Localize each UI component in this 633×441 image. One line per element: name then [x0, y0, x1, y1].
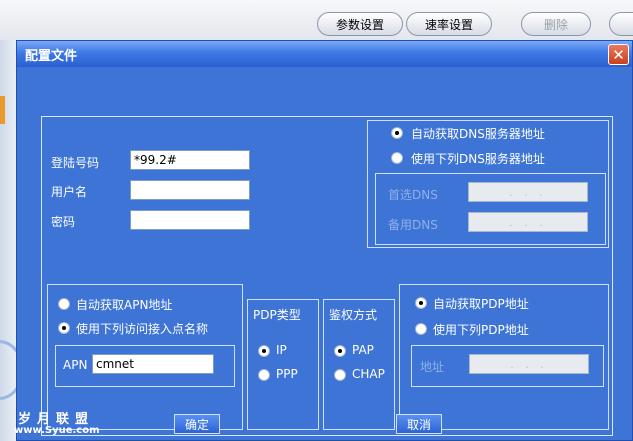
apn-manual-label: 使用下列访问接入点名称	[76, 322, 209, 336]
primary-dns-label: 首选DNS	[388, 188, 438, 202]
watermark-url: www.Syue.com	[14, 425, 100, 436]
password-label: 密码	[51, 215, 76, 229]
auth-pap-radio[interactable]	[334, 345, 346, 357]
dns-manual-radio[interactable]	[391, 152, 403, 164]
pdp-ppp-label: PPP	[276, 367, 298, 381]
pdp-address-box: 地址 . . .	[411, 345, 604, 387]
auth-group: 鉴权方式 PAP CHAP	[323, 299, 395, 430]
dialog-titlebar[interactable]: 配置文件 ✕	[17, 41, 632, 67]
ok-button[interactable]: 确定	[174, 414, 220, 434]
settings-panel: 登陆号码 用户名 密码 自动获取DNS服务器地址 使用下列DNS服务器地址 首选…	[41, 116, 613, 436]
auth-chap-radio[interactable]	[334, 369, 346, 381]
close-icon: ✕	[612, 45, 625, 64]
pdp-address-input[interactable]: . . .	[469, 354, 589, 374]
more-button[interactable]	[609, 12, 633, 36]
username-input[interactable]	[130, 180, 250, 200]
phone-label: 登陆号码	[51, 156, 100, 170]
dns-manual-label: 使用下列DNS服务器地址	[411, 152, 545, 166]
apn-manual-radio[interactable]	[58, 322, 70, 334]
apn-auto-label: 自动获取APN地址	[76, 298, 173, 312]
pdp-manual-label: 使用下列PDP地址	[433, 323, 529, 337]
apn-input[interactable]	[92, 354, 214, 374]
apn-auto-radio[interactable]	[58, 298, 70, 310]
secondary-dns-label: 备用DNS	[388, 218, 438, 232]
phone-input[interactable]	[130, 150, 250, 170]
dns-server-box: 首选DNS . . . 备用DNS . . .	[375, 173, 606, 245]
dns-group: 自动获取DNS服务器地址 使用下列DNS服务器地址 首选DNS . . . 备用…	[367, 120, 609, 248]
rate-settings-button[interactable]: 速率设置	[406, 12, 492, 36]
pdp-auto-label: 自动获取PDP地址	[433, 297, 529, 311]
password-input[interactable]	[130, 210, 250, 230]
background-sidebar-tab	[0, 96, 5, 124]
username-label: 用户名	[51, 185, 88, 199]
auth-pap-label: PAP	[352, 343, 374, 357]
primary-dns-input[interactable]: . . .	[468, 182, 588, 202]
apn-label: APN	[63, 358, 88, 372]
cancel-button[interactable]: 取消	[396, 414, 442, 434]
pdp-type-group: PDP类型 IP PPP	[247, 299, 319, 430]
pdp-address-group: 自动获取PDP地址 使用下列PDP地址 地址 . . .	[399, 284, 609, 430]
pdp-ppp-radio[interactable]	[258, 369, 270, 381]
pdp-auto-radio[interactable]	[415, 297, 427, 309]
pdp-manual-radio[interactable]	[415, 323, 427, 335]
secondary-dns-input[interactable]: . . .	[468, 212, 588, 232]
dns-auto-label: 自动获取DNS服务器地址	[411, 127, 545, 141]
pdp-ip-radio[interactable]	[258, 345, 270, 357]
param-settings-button[interactable]: 参数设置	[317, 12, 403, 36]
apn-name-box: APN	[55, 345, 235, 387]
auth-chap-label: CHAP	[352, 367, 385, 381]
close-button[interactable]: ✕	[608, 44, 629, 65]
pdp-type-title: PDP类型	[253, 308, 301, 322]
dialog-title: 配置文件	[25, 49, 78, 64]
pdp-ip-label: IP	[276, 343, 287, 357]
config-dialog: 配置文件 ✕ 登陆号码 用户名 密码 自动获取DNS服务器地址 使用下列DNS服…	[16, 40, 633, 441]
pdp-address-label: 地址	[420, 360, 445, 374]
auth-title: 鉴权方式	[329, 308, 378, 322]
delete-button[interactable]: 删除	[521, 12, 591, 36]
dns-auto-radio[interactable]	[391, 127, 403, 139]
